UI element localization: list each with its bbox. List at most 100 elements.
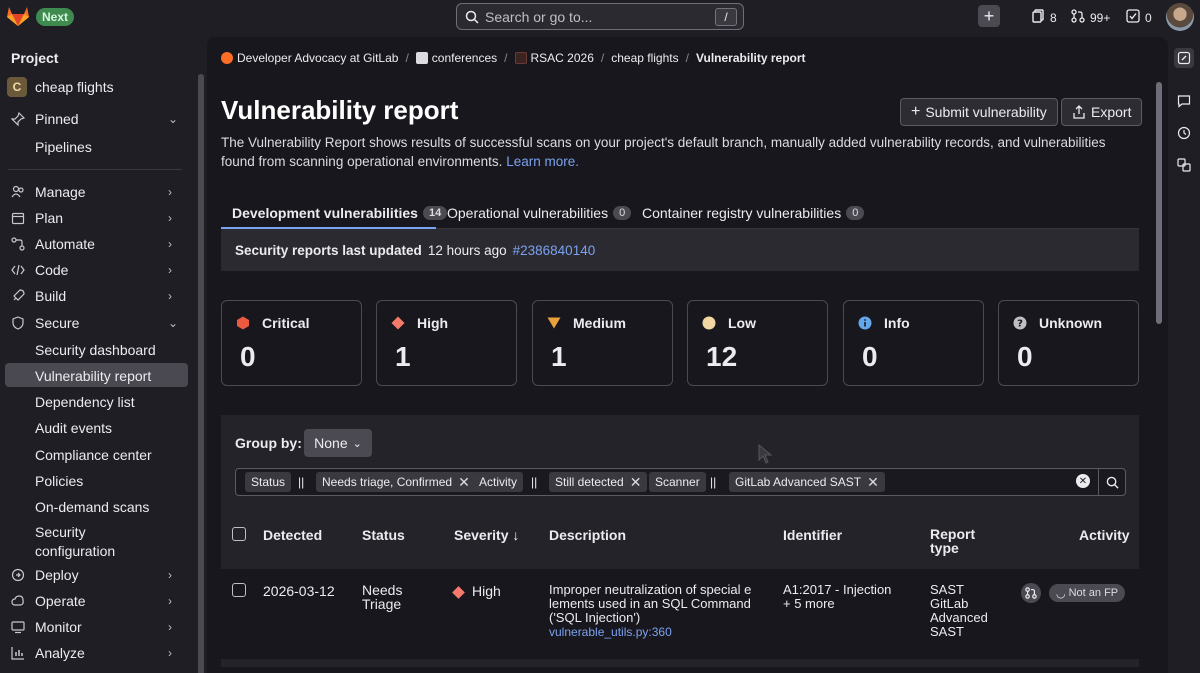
filter-token-key[interactable]: Scanner — [649, 472, 706, 492]
sidebar-item-policies[interactable]: Policies — [35, 473, 83, 489]
sidebar-item-build[interactable]: Build › — [0, 284, 188, 308]
sidebar-item-monitor[interactable]: Monitor › — [0, 615, 188, 639]
chevron-right-icon: › — [168, 185, 172, 199]
select-all-checkbox[interactable] — [232, 527, 246, 541]
sidebar-item-vulnerability-report[interactable]: Vulnerability report — [35, 368, 151, 384]
identifier-more-link[interactable]: + 5 more — [783, 596, 835, 611]
sidebar-project[interactable]: C cheap flights — [7, 77, 114, 97]
sidebar-scrollbar[interactable] — [198, 74, 204, 673]
sidebar-item-deploy[interactable]: Deploy › — [0, 563, 188, 587]
gitlab-logo-icon[interactable] — [6, 5, 30, 32]
sidebar-item-on-demand-scans[interactable]: On-demand scans — [35, 499, 149, 515]
sidebar-item-manage[interactable]: Manage › — [0, 180, 188, 204]
severity-card-info[interactable]: Info 0 — [843, 300, 984, 386]
comment-icon[interactable] — [1174, 91, 1194, 111]
clear-filters-icon[interactable]: ✕ — [1076, 474, 1090, 488]
column-header-severity[interactable]: Severity ↓ — [454, 527, 519, 543]
submit-vulnerability-button[interactable]: + Submit vulnerability — [900, 98, 1058, 126]
filtered-search-bar[interactable]: Status || Needs triage, Confirmed ✕ Acti… — [235, 468, 1126, 496]
sidebar-item-security-dashboard[interactable]: Security dashboard — [35, 342, 156, 358]
severity-card-medium[interactable]: Medium 1 — [532, 300, 673, 386]
breadcrumb-item[interactable]: Developer Advocacy at GitLab — [237, 51, 398, 65]
tab-container-registry-vulnerabilities[interactable]: Container registry vulnerabilities 0 — [642, 197, 865, 229]
filter-token-value[interactable]: GitLab Advanced SAST ✕ — [729, 472, 885, 492]
edit-icon[interactable] — [1174, 48, 1194, 68]
severity-card-high[interactable]: High 1 — [376, 300, 517, 386]
breadcrumb-item[interactable]: RSAC 2026 — [531, 51, 594, 65]
filter-token-value[interactable]: Still detected ✕ — [549, 472, 648, 492]
breadcrumb-current[interactable]: Vulnerability report — [696, 51, 806, 65]
column-header-activity[interactable]: Activity — [1079, 527, 1130, 543]
global-search[interactable]: Search or go to... / — [456, 3, 744, 30]
sidebar-item-operate[interactable]: Operate › — [0, 589, 188, 613]
filter-token-operator[interactable]: || — [529, 472, 539, 492]
file-location-link[interactable]: vulnerable_utils.py:360 — [549, 625, 672, 639]
breadcrumb-item[interactable]: cheap flights — [611, 51, 678, 65]
tab-count-badge: 14 — [422, 206, 448, 220]
merge-requests-counter[interactable]: 99+ — [1071, 9, 1110, 26]
close-icon[interactable]: ✕ — [867, 474, 879, 491]
column-header-description[interactable]: Description — [549, 527, 626, 543]
status-cell: Needs Triage — [362, 582, 403, 612]
severity-card-critical[interactable]: Critical 0 — [221, 300, 362, 386]
merge-request-icon[interactable] — [1021, 583, 1041, 603]
severity-card-low[interactable]: Low 12 — [687, 300, 828, 386]
description-cell[interactable]: Improper neutralization of special e lem… — [549, 583, 751, 640]
sidebar-item-automate[interactable]: Automate › — [0, 232, 188, 256]
sidebar-item-pipelines[interactable]: Pipelines — [35, 139, 92, 155]
row-checkbox[interactable] — [232, 583, 246, 597]
group-by-label: Group by: — [235, 435, 302, 451]
sidebar-item-audit-events[interactable]: Audit events — [35, 420, 112, 436]
chevron-right-icon: › — [168, 211, 172, 225]
learn-more-link[interactable]: Learn more. — [506, 154, 579, 169]
column-header-detected[interactable]: Detected — [263, 527, 322, 543]
compare-icon[interactable] — [1174, 155, 1194, 175]
sidebar-item-pinned[interactable]: Pinned ⌄ — [0, 107, 188, 131]
todos-counter[interactable]: 0 — [1126, 9, 1152, 26]
sidebar: Project C cheap flights Pinned ⌄ Pipelin… — [0, 34, 204, 673]
security-reports-updated-banner: Security reports last updated 12 hours a… — [221, 229, 1139, 271]
tab-count-badge: 0 — [613, 206, 632, 220]
column-header-status[interactable]: Status — [362, 527, 405, 543]
sidebar-item-analyze[interactable]: Analyze › — [0, 641, 188, 665]
filter-token-key[interactable]: Activity — [473, 472, 524, 492]
severity-card-unknown[interactable]: ? Unknown 0 — [998, 300, 1139, 386]
user-avatar[interactable] — [1166, 3, 1194, 31]
group-by-dropdown[interactable]: None ⌄ — [304, 429, 372, 457]
sidebar-item-security-configuration[interactable]: Security configuration — [35, 524, 115, 559]
close-icon[interactable]: ✕ — [630, 474, 642, 491]
export-button[interactable]: Export — [1061, 98, 1143, 126]
main-scrollbar[interactable] — [1156, 82, 1162, 324]
table-row[interactable]: 2026-03-12 Needs Triage High Improper ne… — [221, 569, 1139, 659]
chevron-right-icon: › — [168, 237, 172, 251]
project-avatar: C — [7, 77, 27, 97]
column-header-identifier[interactable]: Identifier — [783, 527, 842, 543]
column-header-report-type[interactable]: Report type — [930, 527, 975, 555]
breadcrumb-item[interactable]: conferences — [432, 51, 497, 65]
search-icon[interactable] — [1098, 469, 1126, 495]
tab-operational-vulnerabilities[interactable]: Operational vulnerabilities 0 — [447, 197, 632, 229]
chevron-right-icon: › — [168, 568, 172, 582]
tanuki-icon: ◡ — [1056, 587, 1066, 600]
search-shortcut-key: / — [715, 8, 737, 26]
close-icon[interactable]: ✕ — [458, 474, 470, 491]
chart-icon — [10, 645, 26, 661]
snippets-counter[interactable]: 8 — [1032, 9, 1057, 26]
sidebar-item-compliance-center[interactable]: Compliance center — [35, 447, 152, 463]
shield-icon — [10, 315, 26, 331]
sidebar-item-secure[interactable]: Secure ⌄ — [0, 311, 188, 335]
create-new-button[interactable]: + — [978, 5, 1000, 27]
sidebar-item-dependency-list[interactable]: Dependency list — [35, 394, 135, 410]
filter-token-operator[interactable]: || — [708, 472, 718, 492]
sidebar-item-plan[interactable]: Plan › — [0, 206, 188, 230]
pipeline-link[interactable]: #2386840140 — [513, 243, 596, 258]
history-icon[interactable] — [1174, 123, 1194, 143]
filter-token-operator[interactable]: || — [296, 472, 306, 492]
filter-token-key[interactable]: Status — [245, 472, 292, 492]
table-row[interactable] — [221, 667, 1139, 673]
sidebar-item-code[interactable]: Code › — [0, 258, 188, 282]
monitor-icon — [10, 619, 26, 635]
not-an-fp-badge[interactable]: ◡ Not an FP — [1049, 584, 1126, 602]
tab-development-vulnerabilities[interactable]: Development vulnerabilities 14 — [232, 197, 448, 229]
filter-token-value[interactable]: Needs triage, Confirmed ✕ — [316, 472, 476, 492]
